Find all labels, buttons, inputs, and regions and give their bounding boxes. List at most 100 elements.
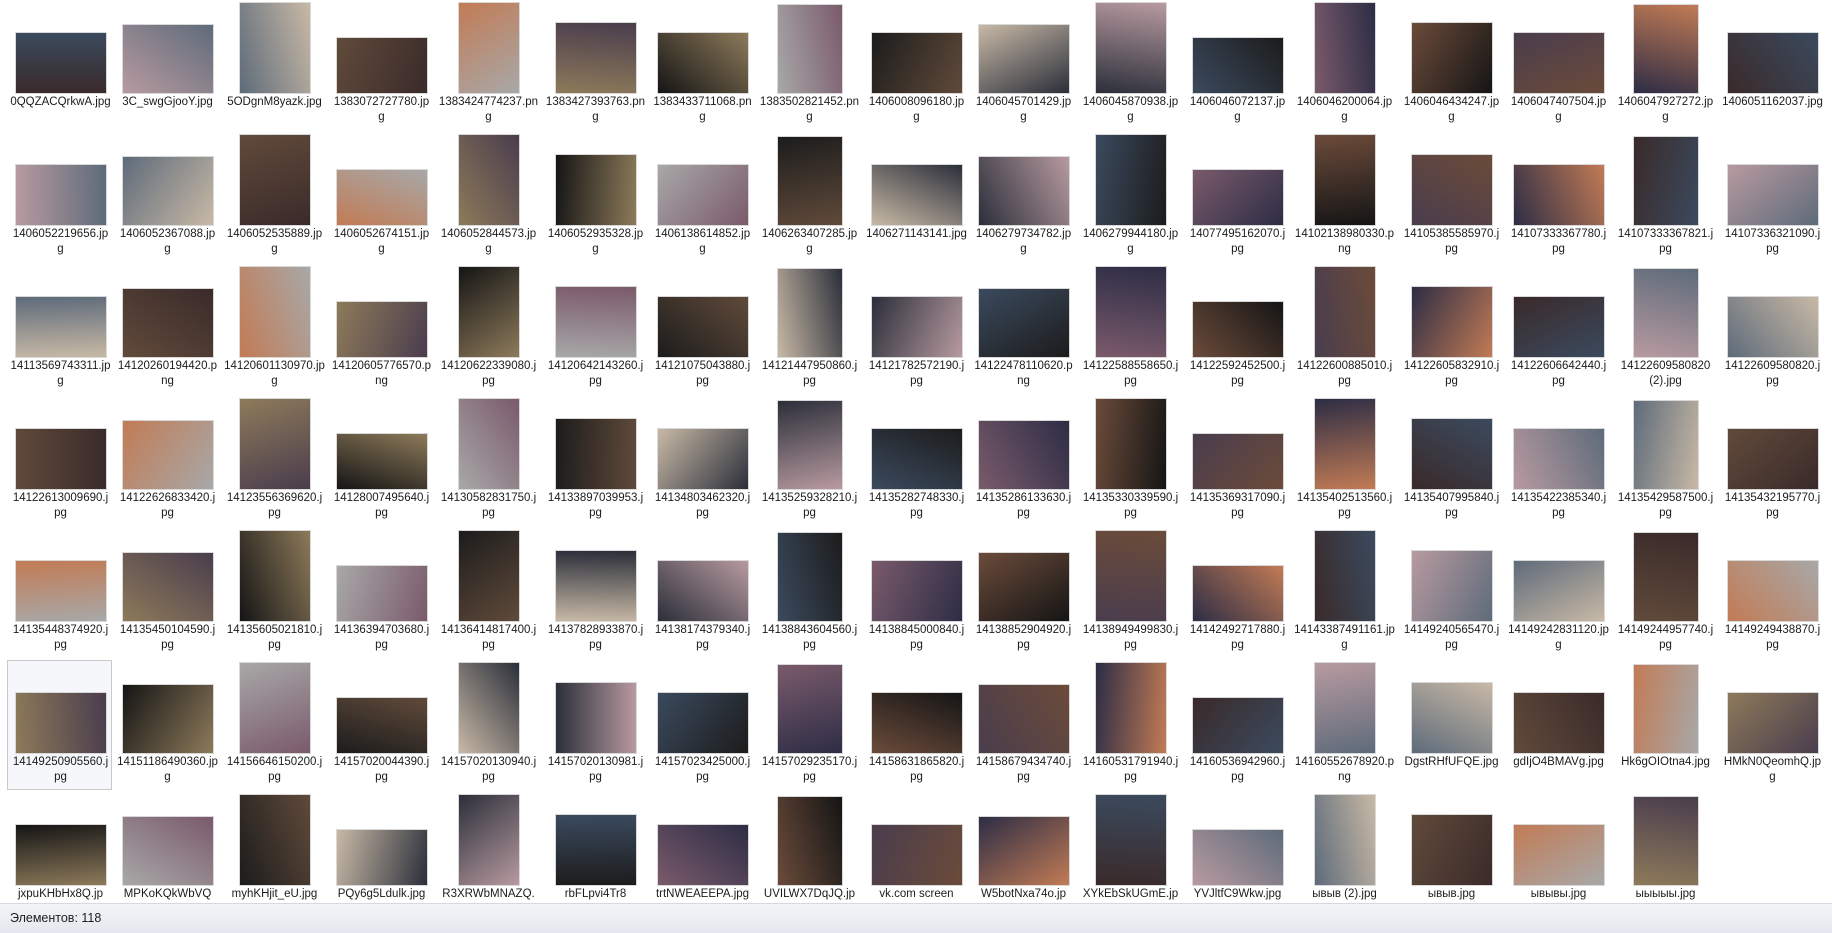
file-thumbnail[interactable] [778, 269, 842, 357]
file-item[interactable]: 14135286133630.jpg [970, 396, 1075, 526]
file-thumbnail[interactable] [1514, 165, 1604, 225]
file-thumbnail[interactable] [240, 795, 310, 885]
file-thumbnail[interactable] [556, 155, 636, 225]
file-thumbnail[interactable] [240, 399, 310, 489]
file-thumbnail[interactable] [1193, 434, 1283, 489]
file-thumbnail-grid[interactable]: 0QQZACQrkwA.jpg 3C_swgGjooY.jpg 5ODgnM8yaz… [0, 0, 1832, 903]
file-thumbnail[interactable] [16, 33, 106, 93]
file-thumbnail[interactable] [658, 297, 748, 357]
file-item[interactable]: 14134803462320.jpg [649, 396, 754, 526]
file-thumbnail[interactable] [337, 434, 427, 489]
file-thumbnail[interactable] [1634, 665, 1698, 753]
file-thumbnail[interactable] [979, 157, 1069, 225]
file-item[interactable]: 1410733632109​0.jpg [1719, 132, 1824, 262]
file-item[interactable]: 14160536942960.jpg [1184, 660, 1289, 790]
file-item[interactable]: 14136394703680.jpg [328, 528, 433, 658]
file-item[interactable]: 1406045701429.jpg [970, 0, 1075, 130]
file-item[interactable]: 14122478110620.png [970, 264, 1075, 394]
file-thumbnail[interactable] [979, 25, 1069, 93]
file-thumbnail[interactable] [1412, 551, 1492, 621]
file-item[interactable]: 14121447950860.jpg [756, 264, 861, 394]
file-item[interactable]: 1406279944180.jpg [1077, 132, 1182, 262]
file-thumbnail[interactable] [1514, 33, 1604, 93]
file-thumbnail[interactable] [337, 170, 427, 225]
file-item[interactable]: MPKoKQkWbVQ [114, 792, 219, 903]
file-thumbnail[interactable] [1728, 165, 1818, 225]
file-thumbnail[interactable] [459, 795, 519, 885]
file-thumbnail[interactable] [1728, 297, 1818, 357]
file-thumbnail[interactable] [778, 665, 842, 753]
file-item[interactable]: 14138174379340.jpg [649, 528, 754, 658]
file-item[interactable]: 1383502821452.png [756, 0, 861, 130]
file-item[interactable]: 14149244957740.jpg [1612, 528, 1717, 658]
file-thumbnail[interactable] [123, 157, 213, 225]
file-thumbnail[interactable] [1634, 533, 1698, 621]
file-thumbnail[interactable] [1193, 170, 1283, 225]
file-item[interactable]: 14133897039953.jpg [542, 396, 647, 526]
file-item[interactable]: 14135432195770.jpg [1719, 396, 1824, 526]
file-item[interactable]: 1406138614852.jpg [649, 132, 754, 262]
file-item[interactable]: 14130582831750.jpg [435, 396, 540, 526]
file-thumbnail[interactable] [1193, 698, 1283, 753]
file-thumbnail[interactable] [979, 421, 1069, 489]
file-item[interactable]: 1406046200064.jpg [1291, 0, 1396, 130]
file-item[interactable]: 14149240565470.jpg [1398, 528, 1503, 658]
file-thumbnail[interactable] [872, 693, 962, 753]
file-item[interactable]: myhKHjit_eU.jpg [221, 792, 326, 903]
file-thumbnail[interactable] [1096, 3, 1166, 93]
file-item[interactable]: 14157029235170.jpg [756, 660, 861, 790]
file-thumbnail[interactable] [1514, 297, 1604, 357]
file-item[interactable]: 1406279734782.jpg [970, 132, 1075, 262]
file-thumbnail[interactable] [337, 566, 427, 621]
file-thumbnail[interactable] [123, 685, 213, 753]
file-thumbnail[interactable] [1096, 663, 1166, 753]
file-item[interactable]: UVILWX7DqJQ.jp [756, 792, 861, 903]
file-item[interactable]: ывывы.jpg [1505, 792, 1610, 903]
file-thumbnail[interactable] [1315, 399, 1375, 489]
file-item[interactable]: 14135369317090.jpg [1184, 396, 1289, 526]
file-item[interactable]: 14136414817400.jpg [435, 528, 540, 658]
file-item[interactable]: XYkEbSkUGmE.jp [1077, 792, 1182, 903]
file-item[interactable]: 14158631865820.jpg [863, 660, 968, 790]
file-item[interactable]: 1406052844573.jpg [435, 132, 540, 262]
file-thumbnail[interactable] [778, 5, 842, 93]
file-thumbnail[interactable] [240, 135, 310, 225]
file-thumbnail[interactable] [658, 429, 748, 489]
file-item[interactable]: 1406046072137.jpg [1184, 0, 1289, 130]
file-item[interactable]: 14120622339080.jpg [435, 264, 540, 394]
file-item[interactable]: 14135402513560.jpg [1291, 396, 1396, 526]
file-item[interactable]: 14122600885010.jpg [1291, 264, 1396, 394]
file-item[interactable]: 14135422385340.jpg [1505, 396, 1610, 526]
file-thumbnail[interactable] [240, 3, 310, 93]
file-item[interactable]: 1406047927272.jpg [1612, 0, 1717, 130]
file-item[interactable]: ыыыыы.jpg [1612, 792, 1717, 903]
file-item[interactable]: 1406045870938.jpg [1077, 0, 1182, 130]
file-item[interactable]: 1383427393763.png [542, 0, 647, 130]
file-thumbnail[interactable] [778, 533, 842, 621]
file-item[interactable]: 14138852904920.jpg [970, 528, 1075, 658]
file-item[interactable]: 14135605021810.jpg [221, 528, 326, 658]
file-item[interactable]: 14135330339590.jpg [1077, 396, 1182, 526]
file-thumbnail[interactable] [1193, 566, 1283, 621]
file-thumbnail[interactable] [1193, 302, 1283, 357]
file-thumbnail[interactable] [1514, 429, 1604, 489]
file-item[interactable]: 14149250905560.jpg [7, 660, 112, 790]
file-thumbnail[interactable] [556, 815, 636, 885]
file-thumbnail[interactable] [337, 698, 427, 753]
file-item[interactable]: R3XRWbMNAZQ. [435, 792, 540, 903]
file-item[interactable]: 14135407995840.jpg [1398, 396, 1503, 526]
file-item[interactable]: 1406052219656.jpg [7, 132, 112, 262]
file-item[interactable]: 14122588558650.jpg [1077, 264, 1182, 394]
file-thumbnail[interactable] [979, 685, 1069, 753]
file-item[interactable]: 14120601130970.jpg [221, 264, 326, 394]
file-item[interactable]: 14135259328210.jpg [756, 396, 861, 526]
file-item[interactable]: 1406052367088.jpg [114, 132, 219, 262]
file-item[interactable]: 14113569743311.jpg [7, 264, 112, 394]
file-thumbnail[interactable] [1728, 693, 1818, 753]
file-item[interactable]: 14138843604560.jpg [756, 528, 861, 658]
file-item[interactable]: 14120642143260.jpg [542, 264, 647, 394]
file-thumbnail[interactable] [658, 825, 748, 885]
file-item[interactable]: 14160552678920.png [1291, 660, 1396, 790]
file-thumbnail[interactable] [778, 137, 842, 225]
file-thumbnail[interactable] [556, 419, 636, 489]
